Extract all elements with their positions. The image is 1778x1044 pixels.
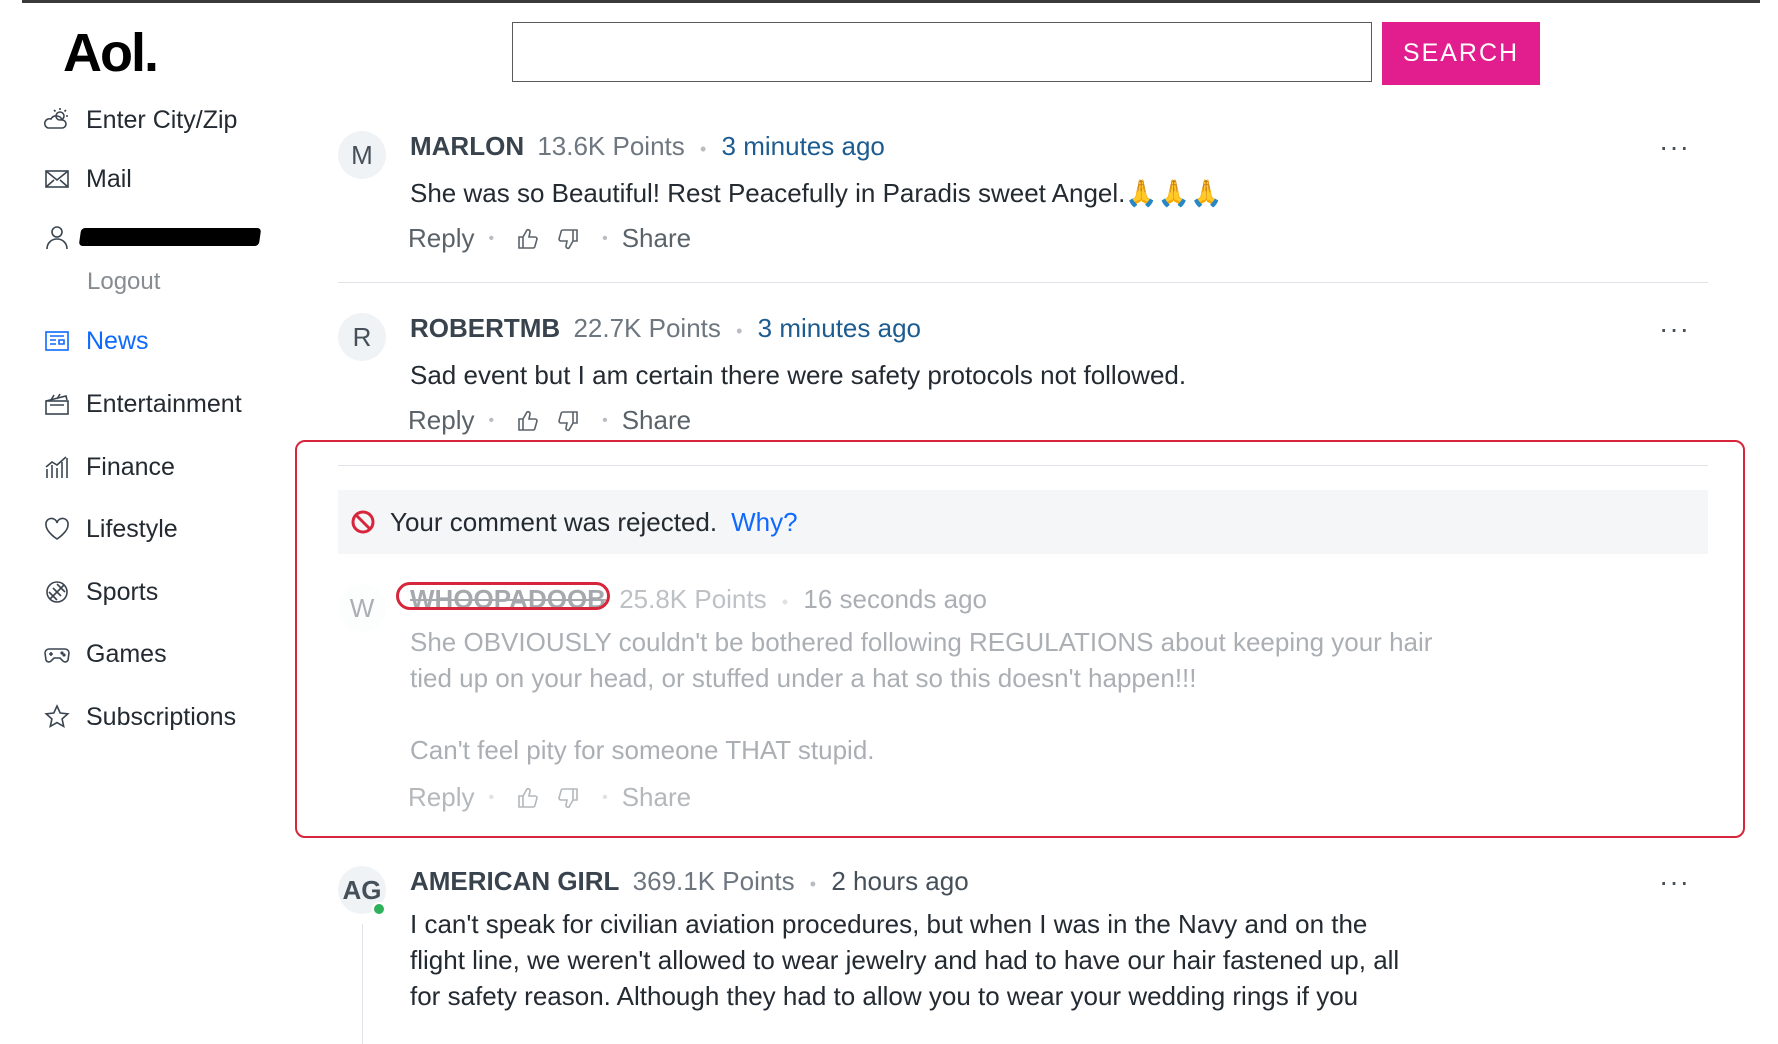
comment-header: WHOOPADOOB 25.8K Points • 16 seconds ago bbox=[396, 582, 987, 615]
comment-header: AMERICAN GIRL 369.1K Points • 2 hours ag… bbox=[410, 866, 969, 896]
comment-header: ROBERTMB 22.7K Points • 3 minutes ago bbox=[410, 313, 921, 344]
comment-line: She OBVIOUSLY couldn't be bothered follo… bbox=[410, 627, 1433, 657]
more-options-icon[interactable]: ··· bbox=[1659, 866, 1690, 898]
mail-icon bbox=[42, 164, 72, 194]
chart-icon bbox=[42, 452, 72, 482]
search-field[interactable] bbox=[512, 22, 1372, 82]
clapperboard-icon bbox=[42, 389, 72, 419]
sidebar-item-games[interactable]: Games bbox=[42, 639, 167, 669]
thumbs-up-icon bbox=[518, 787, 538, 808]
comment-points: 25.8K Points bbox=[619, 584, 767, 614]
comment-time: 16 seconds ago bbox=[803, 584, 987, 614]
sidebar-item-finance[interactable]: Finance bbox=[42, 452, 175, 482]
heart-icon bbox=[42, 514, 72, 544]
sidebar-item-lifestyle[interactable]: Lifestyle bbox=[42, 514, 178, 544]
separator-dot: • bbox=[700, 139, 707, 159]
reply-button: Reply bbox=[408, 782, 475, 812]
comment-time[interactable]: 3 minutes ago bbox=[722, 131, 885, 161]
sidebar-item-mail[interactable]: Mail bbox=[42, 164, 132, 194]
sidebar-item-label: Sports bbox=[86, 577, 159, 606]
sidebar-item-news[interactable]: News bbox=[42, 326, 149, 356]
comment-line: flight line, we weren't allowed to wear … bbox=[410, 945, 1400, 975]
top-border bbox=[22, 0, 1760, 3]
more-options-icon[interactable]: ··· bbox=[1659, 131, 1690, 163]
more-options-icon[interactable]: ··· bbox=[1659, 313, 1690, 345]
comment-author-wrapper: WHOOPADOOB bbox=[396, 582, 610, 615]
blocked-icon bbox=[351, 510, 375, 534]
reply-button[interactable]: Reply bbox=[408, 223, 474, 254]
aol-logo[interactable]: Aol. bbox=[63, 22, 159, 84]
rejection-message: Your comment was rejected. bbox=[390, 506, 718, 537]
comment-text: Sad event but I am certain there were sa… bbox=[410, 360, 1187, 390]
redacted-username bbox=[78, 228, 262, 246]
share-button[interactable]: Share bbox=[622, 223, 691, 254]
comment-actions: Reply • • Share bbox=[408, 782, 692, 812]
divider bbox=[338, 465, 1708, 466]
comment-line: tied up on your head, or stuffed under a… bbox=[410, 663, 1197, 693]
comment-author[interactable]: MARLON bbox=[410, 131, 524, 161]
sidebar-item-label: Subscriptions bbox=[86, 702, 237, 731]
sidebar-item-account[interactable] bbox=[42, 222, 262, 252]
comment-time[interactable]: 2 hours ago bbox=[831, 866, 968, 896]
comment-actions: Reply • • Share bbox=[408, 405, 692, 436]
sidebar-item-subscriptions[interactable]: Subscriptions bbox=[42, 702, 236, 732]
divider bbox=[338, 282, 1708, 283]
avatar[interactable]: M bbox=[338, 131, 386, 179]
online-status-indicator bbox=[372, 902, 386, 916]
comment-author[interactable]: AMERICAN GIRL bbox=[410, 866, 619, 896]
comment-line: for safety reason. Although they had to … bbox=[410, 981, 1359, 1011]
comment-author[interactable]: ROBERTMB bbox=[410, 313, 560, 343]
gamepad-icon bbox=[42, 639, 72, 669]
rejected-comment: W WHOOPADOOB 25.8K Points • 16 seconds a… bbox=[338, 582, 1708, 814]
comment-text: She was so Beautiful! Rest Peacefully in… bbox=[410, 178, 1223, 208]
comment-points: 369.1K Points bbox=[632, 866, 795, 896]
user-icon bbox=[42, 222, 72, 252]
comment-points: 13.6K Points bbox=[537, 131, 685, 161]
ball-icon bbox=[42, 577, 72, 607]
annotation-oval bbox=[396, 582, 610, 610]
search-button[interactable]: SEARCH bbox=[1382, 22, 1540, 85]
comment-item: M MARLON 13.6K Points • 3 minutes ago ··… bbox=[338, 131, 1708, 271]
sidebar-item-weather[interactable]: Enter City/Zip bbox=[42, 105, 237, 135]
share-button: Share bbox=[621, 782, 692, 812]
sidebar-item-label: Entertainment bbox=[86, 389, 242, 418]
share-button[interactable]: Share bbox=[622, 405, 691, 436]
thumbs-up-icon[interactable] bbox=[516, 409, 540, 433]
sidebar-item-sports[interactable]: Sports bbox=[42, 577, 158, 607]
comment-text: She OBVIOUSLY couldn't be bothered follo… bbox=[410, 624, 1432, 768]
comment-points: 22.7K Points bbox=[573, 313, 721, 343]
sidebar-item-label: Enter City/Zip bbox=[86, 105, 238, 134]
comment-line: Can't feel pity for someone THAT stupid. bbox=[410, 735, 875, 765]
sidebar-item-label: Lifestyle bbox=[86, 514, 178, 543]
star-icon bbox=[42, 702, 72, 732]
avatar[interactable]: R bbox=[338, 313, 386, 361]
thumbs-down-icon[interactable] bbox=[556, 409, 580, 433]
thumbs-up-icon[interactable] bbox=[516, 227, 540, 251]
sidebar-item-entertainment[interactable]: Entertainment bbox=[42, 389, 242, 419]
sidebar-item-label: Mail bbox=[86, 164, 132, 193]
comment-actions: Reply • • Share bbox=[408, 223, 692, 254]
avatar: W bbox=[338, 584, 386, 632]
sidebar-item-label: Games bbox=[86, 639, 167, 668]
rejection-notice: Your comment was rejected. Why? bbox=[338, 490, 1708, 554]
separator-dot: • bbox=[736, 321, 743, 341]
logout-link[interactable]: Logout bbox=[87, 268, 160, 296]
comment-item: AG AMERICAN GIRL 369.1K Points • 2 hours… bbox=[338, 866, 1708, 1044]
thread-line bbox=[362, 924, 363, 1044]
comment-text: I can't speak for civilian aviation proc… bbox=[410, 906, 1399, 1014]
thumbs-down-icon[interactable] bbox=[556, 227, 580, 251]
search-input[interactable] bbox=[513, 23, 1371, 81]
comment-time[interactable]: 3 minutes ago bbox=[758, 313, 921, 343]
news-icon bbox=[42, 326, 72, 356]
sidebar-item-label: News bbox=[86, 326, 149, 355]
comment-line: I can't speak for civilian aviation proc… bbox=[410, 909, 1368, 939]
reply-button[interactable]: Reply bbox=[408, 405, 474, 436]
comment-header: MARLON 13.6K Points • 3 minutes ago bbox=[410, 131, 885, 162]
comment-item: R ROBERTMB 22.7K Points • 3 minutes ago … bbox=[338, 313, 1708, 453]
why-link[interactable]: Why? bbox=[731, 507, 797, 538]
sidebar-item-label: Finance bbox=[86, 452, 175, 481]
weather-icon bbox=[42, 105, 72, 135]
thumbs-down-icon bbox=[558, 787, 578, 808]
